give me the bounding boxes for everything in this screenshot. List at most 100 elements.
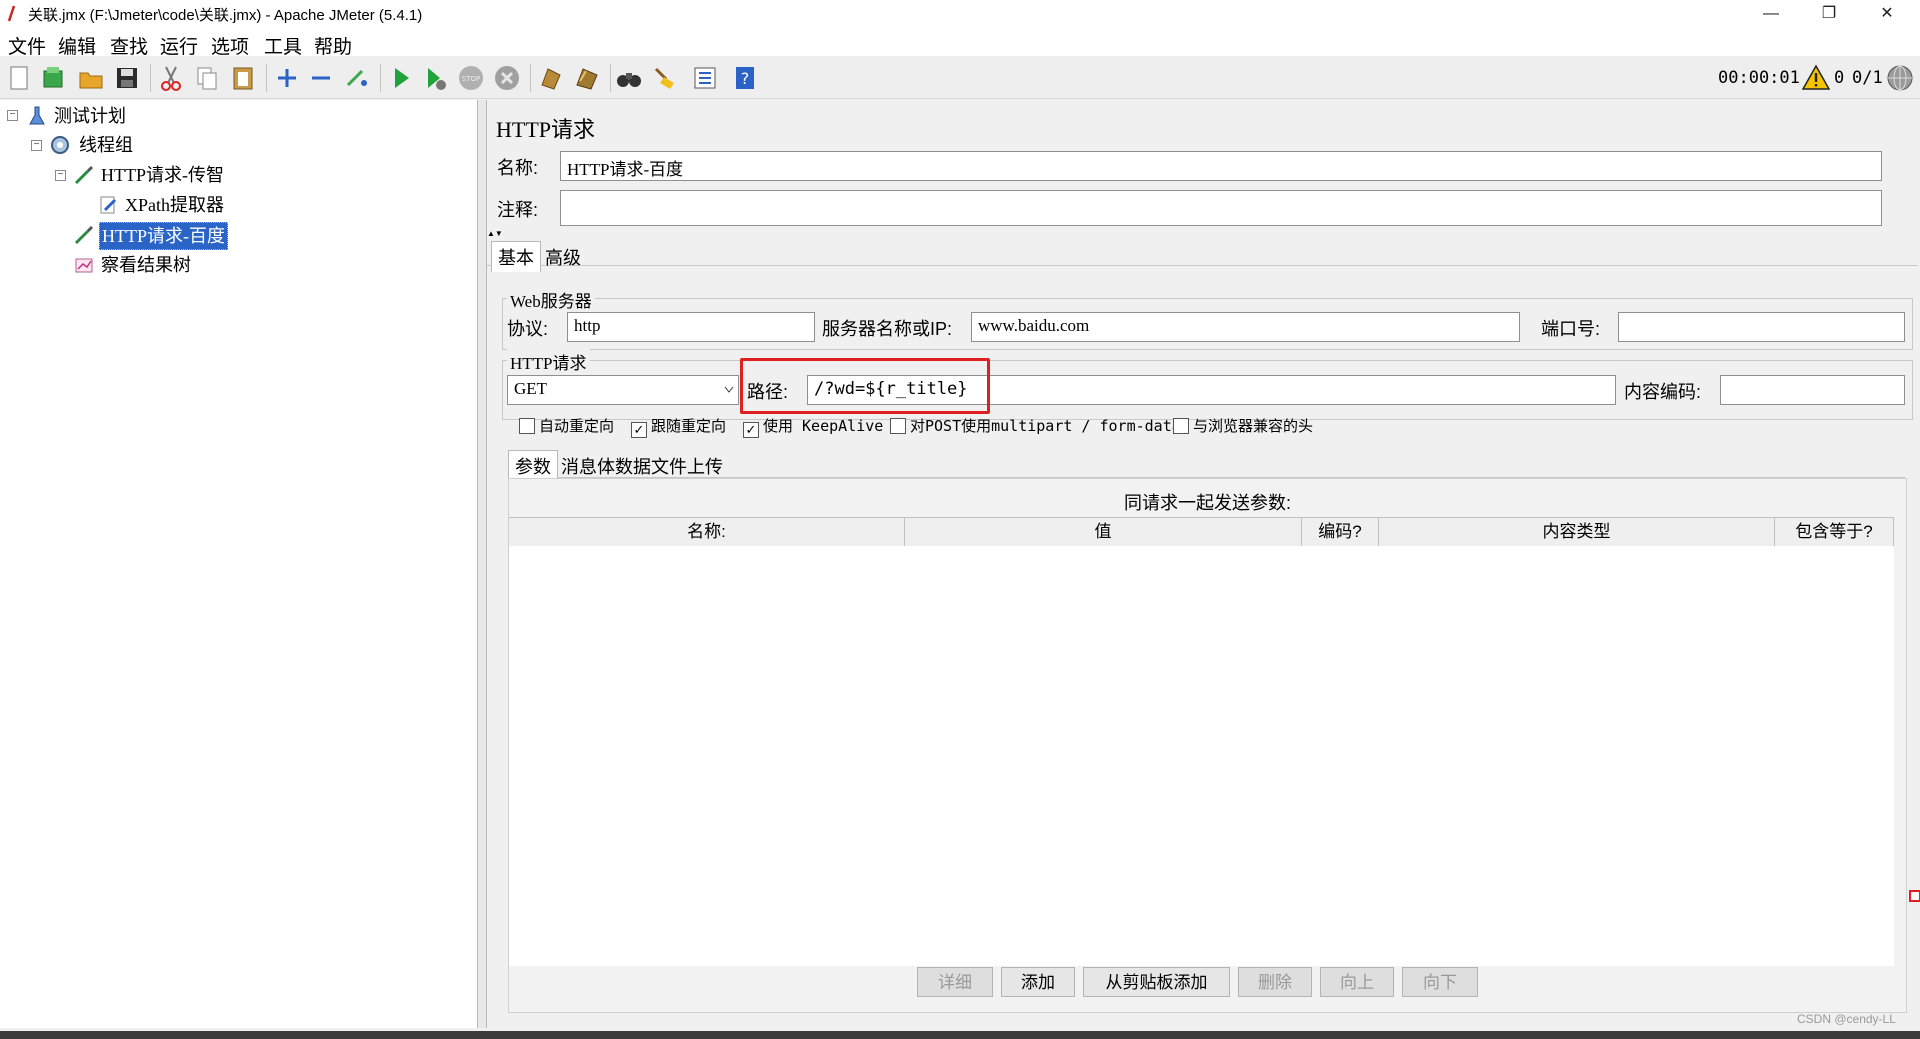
start-icon[interactable]	[386, 63, 416, 93]
close-button[interactable]: ✕	[1858, 0, 1916, 28]
toggle-icon[interactable]	[342, 63, 372, 93]
tree-item-view-results-tree[interactable]: 察看结果树	[101, 252, 191, 278]
tab-parameters[interactable]: 参数	[508, 450, 558, 481]
collapse-arrows-icon[interactable]: ▲▼	[487, 230, 503, 238]
results-tree-icon	[75, 258, 93, 273]
move-down-button[interactable]: 向下	[1402, 967, 1478, 997]
test-plan-tree: − 测试计划 − 线程组 − HTTP请求-传智 XPath提取器 HTTP请求…	[0, 100, 478, 1028]
warning-count: 0	[1834, 68, 1845, 88]
move-up-button[interactable]: 向上	[1320, 967, 1394, 997]
tree-item-test-plan[interactable]: 测试计划	[54, 103, 126, 129]
clear-all-icon[interactable]	[572, 63, 602, 93]
open-folder-icon[interactable]	[76, 63, 106, 93]
column-value[interactable]: 值	[905, 518, 1302, 546]
tree-toggle-collapse[interactable]: −	[7, 110, 18, 121]
tree-toggle-collapse[interactable]: −	[55, 170, 66, 181]
port-field[interactable]	[1618, 312, 1905, 342]
elapsed-timer: 00:00:01	[1718, 68, 1800, 88]
add-button[interactable]: 添加	[1001, 967, 1075, 997]
help-icon[interactable]: ?	[730, 63, 760, 93]
port-label: 端口号:	[1541, 319, 1601, 339]
checkbox-auto-redirect[interactable]: 自动重定向	[519, 415, 614, 436]
save-icon[interactable]	[112, 63, 142, 93]
minimize-button[interactable]: —	[1742, 0, 1800, 28]
new-file-icon[interactable]	[4, 63, 34, 93]
content-encoding-field[interactable]	[1720, 375, 1905, 405]
column-include-equals[interactable]: 包含等于?	[1775, 518, 1894, 546]
column-content-type[interactable]: 内容类型	[1379, 518, 1775, 546]
expand-all-icon[interactable]	[272, 63, 302, 93]
tree-item-http-request-chuanzhi[interactable]: HTTP请求-传智	[101, 162, 224, 188]
content-encoding-label: 内容编码:	[1624, 382, 1702, 402]
toolbar: STOP ? 00:00:01 0 0/1	[0, 58, 1920, 99]
server-name-field[interactable]: www.baidu.com	[971, 312, 1520, 342]
detail-button[interactable]: 详细	[917, 967, 993, 997]
menu-search[interactable]: 查找	[110, 32, 148, 59]
copy-icon[interactable]	[192, 63, 222, 93]
clear-icon[interactable]	[536, 63, 566, 93]
checkbox-browser-compatible-headers[interactable]: 与浏览器兼容的头	[1173, 415, 1313, 436]
tree-item-thread-group[interactable]: 线程组	[79, 132, 133, 158]
protocol-label: 协议:	[507, 319, 549, 339]
stop-icon[interactable]: STOP	[456, 63, 486, 93]
column-name[interactable]: 名称:	[509, 518, 905, 546]
maximize-button[interactable]: ❐	[1800, 0, 1858, 28]
window-title: 关联.jmx (F:\Jmeter\code\关联.jmx) - Apache …	[28, 7, 423, 24]
name-field[interactable]: HTTP请求-百度	[560, 151, 1882, 181]
checkbox-unchecked	[519, 418, 535, 434]
comment-field[interactable]	[560, 190, 1882, 226]
templates-icon[interactable]	[38, 63, 68, 93]
tree-toggle-collapse[interactable]: −	[31, 140, 42, 151]
scroll-marker	[1909, 890, 1920, 902]
http-request-group-title: HTTP请求	[507, 349, 590, 374]
menu-run[interactable]: 运行	[160, 32, 198, 59]
menu-help[interactable]: 帮助	[314, 32, 352, 59]
delete-button[interactable]: 删除	[1238, 967, 1312, 997]
menu-edit[interactable]: 编辑	[58, 32, 96, 59]
checkbox-follow-redirects[interactable]: ✓ 跟随重定向	[631, 415, 726, 438]
panel-splitter[interactable]	[478, 100, 487, 1028]
server-label: 服务器名称或IP:	[822, 319, 953, 339]
cut-icon[interactable]	[156, 63, 186, 93]
start-no-pauses-icon[interactable]	[420, 63, 450, 93]
web-server-group-title: Web服务器	[507, 287, 595, 312]
parameters-table-body[interactable]	[509, 546, 1894, 966]
menu-options[interactable]: 选项	[211, 32, 249, 59]
protocol-field[interactable]: http	[567, 312, 815, 342]
collapse-all-icon[interactable]	[306, 63, 336, 93]
reset-search-broom-icon[interactable]	[650, 63, 680, 93]
checkbox-keepalive[interactable]: ✓ 使用 KeepAlive	[743, 415, 883, 438]
comment-label: 注释:	[497, 200, 539, 220]
sampler-pipette-icon	[74, 165, 94, 185]
tree-item-xpath-extractor[interactable]: XPath提取器	[125, 192, 224, 218]
search-binoculars-icon[interactable]	[614, 63, 644, 93]
menu-tools[interactable]: 工具	[264, 32, 302, 59]
parameters-panel: 同请求一起发送参数: 名称: 值 编码? 内容类型 包含等于? 详细 添加 从剪…	[508, 478, 1907, 1013]
tab-body-data[interactable]: 消息体数据	[555, 451, 657, 481]
table-header: 名称: 值 编码? 内容类型 包含等于?	[509, 517, 1894, 547]
method-value: GET	[514, 379, 548, 398]
tab-advanced[interactable]: 高级	[539, 242, 587, 272]
sampler-pipette-icon	[74, 225, 94, 245]
http-request-panel: HTTP请求 名称: HTTP请求-百度 注释: ▲▼ 基本 高级 Web服务器…	[487, 100, 1920, 1028]
warning-icon[interactable]	[1802, 64, 1830, 90]
checkmark-icon: ✓	[631, 422, 647, 438]
tab-file-upload[interactable]: 文件上传	[645, 451, 729, 481]
params-caption: 同请求一起发送参数:	[1123, 493, 1291, 513]
function-helper-icon[interactable]	[690, 63, 720, 93]
jmeter-feather-icon	[7, 5, 16, 22]
svg-text:STOP: STOP	[462, 75, 480, 83]
paste-icon[interactable]	[228, 63, 258, 93]
test-plan-icon	[29, 106, 45, 125]
checkbox-unchecked	[890, 418, 906, 434]
method-select[interactable]: GET	[507, 375, 739, 405]
tree-item-http-request-baidu[interactable]: HTTP请求-百度	[99, 222, 228, 250]
checkbox-multipart[interactable]: 对POST使用multipart / form-data	[890, 415, 1181, 436]
column-encode[interactable]: 编码?	[1302, 518, 1379, 546]
shutdown-icon[interactable]	[492, 63, 522, 93]
panel-title: HTTP请求	[496, 117, 596, 142]
watermark: CSDN @cendy-LL	[1797, 1012, 1896, 1026]
add-from-clipboard-button[interactable]: 从剪贴板添加	[1083, 967, 1230, 997]
menu-file[interactable]: 文件	[8, 32, 46, 59]
tab-basic[interactable]: 基本	[491, 241, 541, 272]
